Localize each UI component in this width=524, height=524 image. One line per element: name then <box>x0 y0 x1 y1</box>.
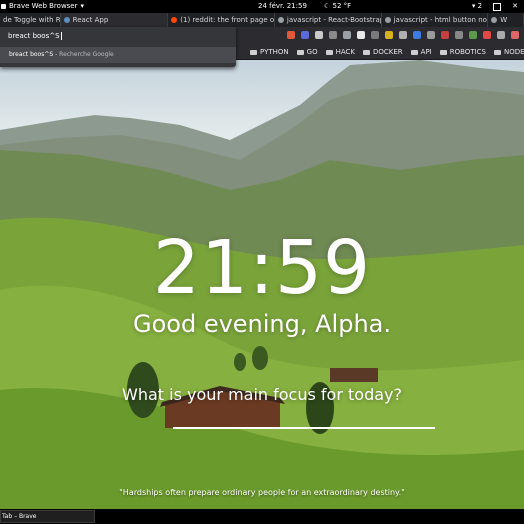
tab-title: (1) reddit: the front page of tl <box>180 16 275 24</box>
tab-react-app[interactable]: React App <box>60 13 169 27</box>
system-clock[interactable]: 24 févr. 21:59 <box>258 0 307 13</box>
system-top-bar: Brave Web Browser ▾ 24 févr. 21:59 ☾ 52 … <box>0 0 524 13</box>
moon-icon: ☾ <box>324 2 331 10</box>
text-caret <box>60 32 62 40</box>
react-favicon-icon <box>63 17 70 23</box>
app-menu[interactable]: Brave Web Browser ▾ <box>0 0 84 13</box>
folder-icon <box>410 49 418 55</box>
bookmark-label: API <box>420 48 432 56</box>
workspace-indicator[interactable]: ▾ 2 <box>472 0 482 13</box>
folder-icon <box>493 49 501 55</box>
extension-icon[interactable] <box>329 31 337 39</box>
brave-shield-icon[interactable] <box>287 31 295 39</box>
greeting-text: Good evening, Alpha. <box>132 310 391 338</box>
tab-html-button[interactable]: javascript - html button not <box>382 13 489 27</box>
tab-title: javascript - html button not <box>393 16 489 24</box>
focus-input[interactable] <box>173 427 435 429</box>
extension-icon[interactable] <box>301 31 309 39</box>
tab-strip: de Toggle with Re React App (1) reddit: … <box>0 13 524 27</box>
tab-title: W <box>500 16 508 24</box>
tab-title: React App <box>72 16 109 24</box>
folder-icon <box>325 49 333 55</box>
bottom-taskbar: Tab – Brave <box>0 509 524 524</box>
extension-icon[interactable] <box>315 31 323 39</box>
folder-icon <box>439 49 447 55</box>
app-name: Brave Web Browser <box>9 2 78 10</box>
extension-icon[interactable] <box>455 31 463 39</box>
bookmark-label: HACK <box>335 48 355 56</box>
bookmark-label: NODE <box>503 48 524 56</box>
address-bar-value: breact boos^S <box>8 32 60 40</box>
stackoverflow-favicon-icon <box>384 17 391 23</box>
bookmark-folder-robotics[interactable]: ROBOTICS <box>439 48 486 56</box>
suggestion-text: breact boos^S <box>9 51 54 58</box>
app-icon <box>1 4 6 9</box>
weather-temp: 52 °F <box>332 2 352 10</box>
reddit-favicon-icon <box>171 17 178 23</box>
tab-toggle[interactable]: de Toggle with Re <box>0 13 61 27</box>
dashboard-clock: 21:59 <box>152 225 372 311</box>
focus-prompt: What is your main focus for today? <box>122 385 402 404</box>
extension-icon[interactable] <box>427 31 435 39</box>
extension-icon[interactable] <box>371 31 379 39</box>
extension-icons <box>287 31 524 39</box>
address-bar-input[interactable]: breact boos^S <box>4 29 236 44</box>
chevron-down-icon: ▾ <box>80 2 85 10</box>
extension-icon[interactable] <box>511 31 519 39</box>
bookmark-folder-hack[interactable]: HACK <box>325 48 355 56</box>
bookmark-list: PYTHON GO HACK DOCKER API ROBOTICS NODE <box>250 45 524 59</box>
extension-icon[interactable] <box>357 31 365 39</box>
window-controls: ▾ 2 ✕ <box>472 0 518 13</box>
bookmark-folder-api[interactable]: API <box>410 48 432 56</box>
extension-icon[interactable] <box>469 31 477 39</box>
extension-icon[interactable] <box>385 31 393 39</box>
bookmark-label: DOCKER <box>373 48 403 56</box>
extension-icon[interactable] <box>483 31 491 39</box>
weather-indicator[interactable]: ☾ 52 °F <box>324 0 351 13</box>
extension-icon[interactable] <box>399 31 407 39</box>
bookmark-label: ROBOTICS <box>449 48 486 56</box>
omnibox-suggestion[interactable]: breact boos^S - Recherche Google <box>0 47 236 63</box>
bookmark-label: PYTHON <box>260 48 289 56</box>
w-favicon-icon <box>491 17 498 23</box>
extension-icon[interactable] <box>441 31 449 39</box>
bookmark-folder-python[interactable]: PYTHON <box>250 48 289 56</box>
bookmark-folder-node[interactable]: NODE <box>493 48 524 56</box>
daily-quote[interactable]: "Hardships often prepare ordinary people… <box>0 487 524 499</box>
maximize-icon[interactable] <box>493 2 502 11</box>
folder-icon <box>296 49 304 55</box>
workspace-number: 2 <box>477 2 483 10</box>
folder-icon <box>250 49 257 55</box>
extension-icon[interactable] <box>413 31 421 39</box>
extension-icon[interactable] <box>343 31 351 39</box>
bookmark-label: GO <box>306 48 318 56</box>
tab-title: de Toggle with Re <box>3 16 61 24</box>
tab-title: javascript - React-Bootstrap <box>286 16 382 24</box>
stackoverflow-favicon-icon <box>277 17 284 23</box>
bookmark-folder-docker[interactable]: DOCKER <box>363 48 403 56</box>
tab-react-bootstrap[interactable]: javascript - React-Bootstrap <box>275 13 382 27</box>
tab-w[interactable]: W <box>488 13 524 27</box>
tab-reddit[interactable]: (1) reddit: the front page of tl <box>168 13 275 27</box>
taskbar-window-button[interactable]: Tab – Brave <box>0 510 95 523</box>
close-icon[interactable]: ✕ <box>512 0 518 13</box>
omnibox-dropdown: breact boos^S breact boos^S - Recherche … <box>0 27 236 67</box>
bookmark-folder-go[interactable]: GO <box>296 48 318 56</box>
extension-icon[interactable] <box>497 31 505 39</box>
suggestion-engine: - Recherche Google <box>53 51 114 58</box>
folder-icon <box>363 49 370 55</box>
